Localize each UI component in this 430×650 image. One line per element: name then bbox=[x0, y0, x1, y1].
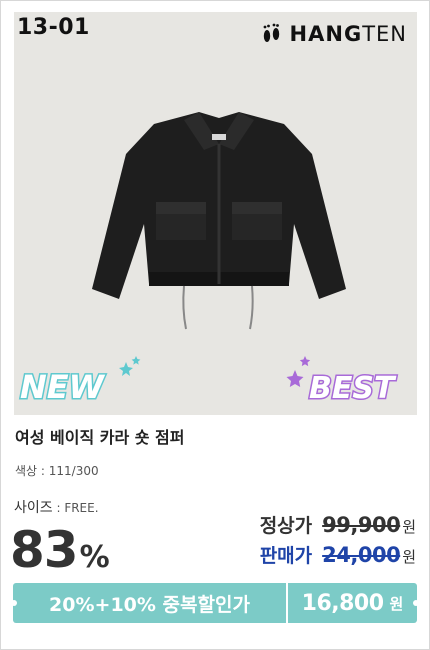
final-price-value: 16,800 bbox=[301, 590, 384, 616]
color-info: 색상 : 111/300 bbox=[15, 462, 99, 479]
discount-symbol: % bbox=[79, 540, 110, 575]
brand-name-bold: HANG bbox=[289, 22, 363, 46]
sale-price-label: 판매가 bbox=[259, 545, 313, 567]
sale-price-row: 판매가 24,000 원 bbox=[260, 541, 416, 568]
color-label: 색상 bbox=[15, 464, 38, 478]
jacket-illustration bbox=[92, 112, 346, 330]
size-label: 사이즈 bbox=[14, 500, 53, 516]
color-value: : 111/300 bbox=[37, 464, 99, 478]
badge-best-label: BEST bbox=[309, 371, 397, 406]
product-card[interactable]: 13-01 HANGTEN NEW BEST 여성 베이직 카라 숏 점퍼 색상… bbox=[0, 0, 430, 650]
best-badge-icon: BEST bbox=[286, 356, 398, 408]
product-code: 13-01 bbox=[17, 15, 90, 40]
product-image[interactable]: 13-01 HANGTEN NEW BEST bbox=[14, 12, 417, 415]
regular-price-currency: 원 bbox=[402, 518, 416, 536]
regular-price-value: 99,900 bbox=[322, 513, 401, 537]
sale-price-value: 24,000 bbox=[322, 543, 401, 567]
brand-name-thin: TEN bbox=[362, 22, 407, 46]
regular-price-label: 정상가 bbox=[259, 515, 313, 537]
final-price-currency: 원 bbox=[389, 594, 404, 613]
banner-dot-right bbox=[413, 600, 419, 606]
banner-dot-left bbox=[11, 600, 17, 606]
new-badge-icon: NEW bbox=[19, 356, 141, 408]
product-title[interactable]: 여성 베이직 카라 숏 점퍼 bbox=[15, 424, 184, 448]
promo-banner[interactable]: 20%+10% 중복할인가 16,800 원 bbox=[11, 583, 419, 623]
discount-rate: 83 % bbox=[10, 521, 110, 579]
discount-number: 83 bbox=[10, 521, 79, 579]
brand-logo: HANGTEN bbox=[260, 22, 407, 46]
final-price: 16,800 원 bbox=[288, 583, 417, 623]
badge-new-label: NEW bbox=[20, 368, 106, 406]
promo-text: 20%+10% 중복할인가 bbox=[13, 583, 286, 623]
regular-price-row: 정상가 99,900 원 bbox=[260, 511, 416, 538]
size-value: : FREE. bbox=[52, 501, 99, 515]
sale-price-currency: 원 bbox=[402, 548, 416, 566]
footprint-icon bbox=[263, 23, 279, 42]
size-info: 사이즈 : FREE. bbox=[14, 497, 99, 517]
